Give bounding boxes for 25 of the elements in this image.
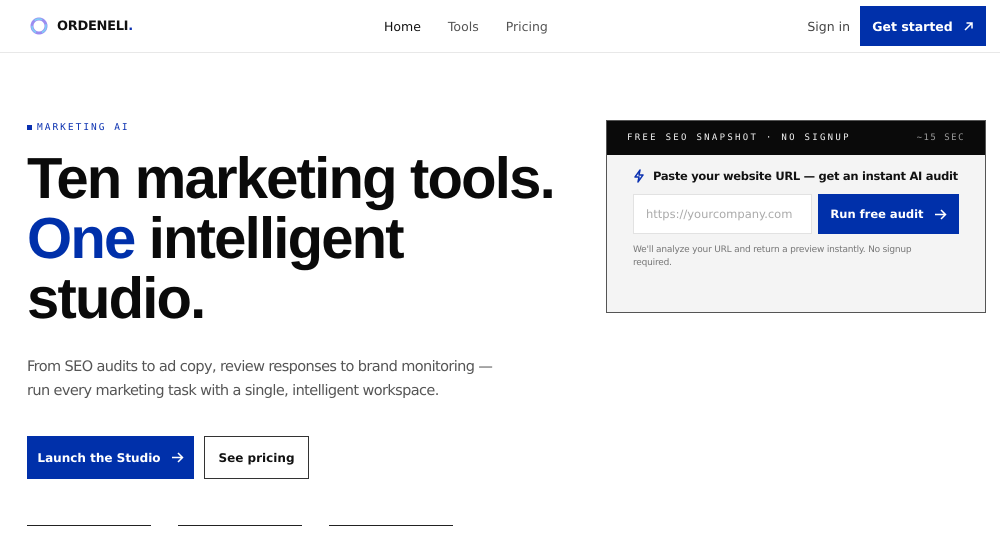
launch-studio-button[interactable]: Launch the Studio: [27, 436, 194, 479]
description: From SEO audits to ad copy, review responses to brand monitoring — run every marketing task with a single, intelligent workspace.: [27, 358, 494, 401]
card-note: We'll analyze your URL and return a preview instantly. No signup required.: [633, 244, 912, 270]
nav-link[interactable]: Pricing: [506, 18, 548, 34]
eyebrow-label: MARKETING AI: [37, 122, 130, 133]
headline: studio.: [27, 269, 204, 329]
see-pricing-button[interactable]: See pricing: [204, 436, 309, 479]
card-header-title: FREE SEO SNAPSHOT · NO SIGNUP: [627, 133, 851, 143]
get-started-button[interactable]: Get started: [860, 6, 986, 46]
headline: One intelligent: [27, 209, 404, 269]
brand-name[interactable]: ORDENELI.: [57, 18, 133, 34]
time-estimate: ~15 SEC: [916, 133, 965, 143]
lightning-icon: [633, 169, 645, 183]
arrow-right-icon: [934, 208, 947, 220]
nav-link[interactable]: Tools: [448, 18, 479, 34]
arrow-up-right-icon: [962, 20, 974, 32]
nav-link[interactable]: Home: [384, 18, 421, 34]
sign-in-link[interactable]: Sign in: [807, 18, 850, 34]
headline: Ten marketing tools.: [27, 149, 555, 209]
arrow-right-icon: [170, 452, 184, 463]
run-audit-button[interactable]: Run free audit: [818, 194, 959, 234]
card-title: Paste your website URL — get an instant AI audit: [653, 169, 958, 183]
square-icon: [27, 125, 32, 130]
url-input-field[interactable]: https://yourcompany.com: [633, 194, 812, 234]
logo-icon: [29, 16, 49, 36]
